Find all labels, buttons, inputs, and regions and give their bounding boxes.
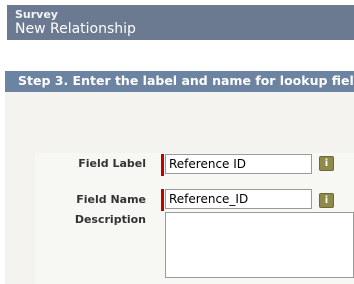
step-title: Step 3. Enter the label and name for loo… bbox=[18, 73, 354, 88]
description-textarea[interactable] bbox=[165, 212, 354, 278]
field-label-input[interactable] bbox=[165, 154, 312, 174]
required-marker bbox=[161, 189, 164, 211]
page-header: Survey New Relationship bbox=[7, 5, 354, 40]
field-name-label: Field Name bbox=[76, 193, 146, 206]
field-label-label: Field Label bbox=[78, 157, 146, 170]
object-name: Survey bbox=[15, 8, 58, 21]
field-name-input[interactable] bbox=[165, 189, 312, 209]
info-icon[interactable]: i bbox=[319, 193, 334, 208]
info-icon[interactable]: i bbox=[319, 156, 334, 171]
description-label: Description bbox=[74, 213, 146, 226]
page-title: New Relationship bbox=[15, 21, 136, 37]
required-marker bbox=[161, 154, 164, 176]
step-header: Step 3. Enter the label and name for loo… bbox=[5, 71, 354, 92]
